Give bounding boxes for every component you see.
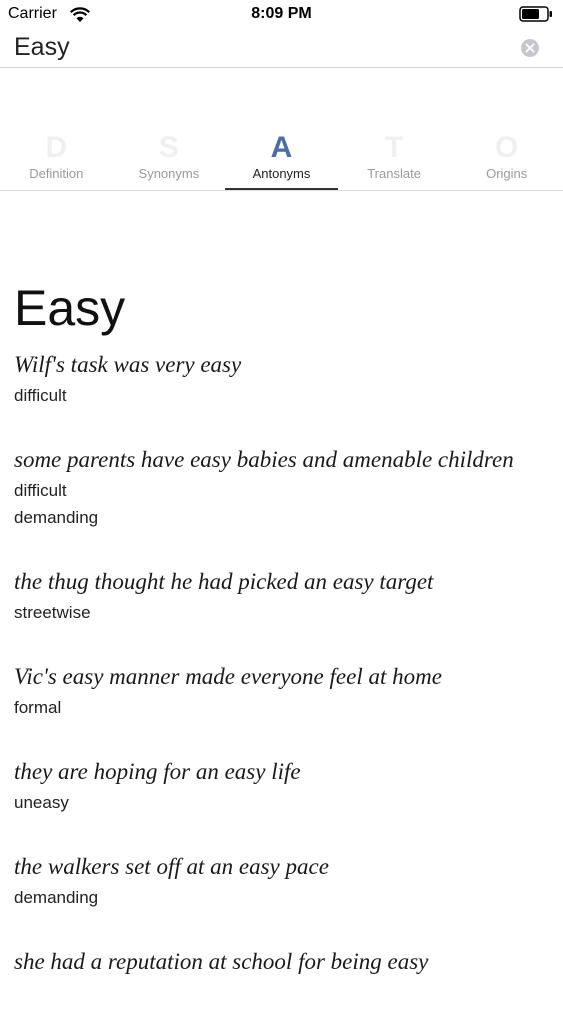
tab-antonyms[interactable]: A Antonyms: [225, 128, 338, 190]
section-tabs: D Definition S Synonyms A Antonyms T Tra…: [0, 128, 563, 191]
antonym-word[interactable]: difficult: [14, 477, 554, 504]
example-sentence: Vic's easy manner made everyone feel at …: [14, 664, 442, 689]
example-sentence: the walkers set off at an easy pace: [14, 854, 329, 879]
tab-letter: D: [45, 131, 68, 164]
clear-button[interactable]: [521, 39, 539, 57]
headword: Easy: [14, 280, 126, 336]
example-sentence: Wilf's task was very easy: [14, 352, 242, 377]
antonym-word[interactable]: streetwise: [14, 599, 554, 626]
example-sentence: some parents have easy babies and amenab…: [14, 447, 514, 472]
antonym-word[interactable]: demanding: [14, 884, 554, 911]
tab-label: Antonyms: [252, 166, 311, 181]
list-item: she had a reputation at school for being…: [14, 945, 554, 979]
antonyms-content: Easy Wilf's task was very easy difficult…: [14, 278, 554, 1013]
battery-icon: [519, 6, 552, 22]
antonym-word[interactable]: formal: [14, 694, 554, 721]
list-item: Vic's easy manner made everyone feel at …: [14, 660, 554, 721]
example-sentence: the thug thought he had picked an easy t…: [14, 569, 434, 594]
tab-translate[interactable]: T Translate: [338, 128, 451, 190]
tab-definition[interactable]: D Definition: [0, 128, 113, 190]
tab-letter: T: [384, 131, 404, 164]
example-sentence: she had a reputation at school for being…: [14, 949, 429, 974]
tab-label: Definition: [29, 166, 84, 181]
tab-letter: S: [158, 131, 179, 164]
tab-label: Origins: [486, 166, 528, 181]
list-item: they are hoping for an easy life uneasy: [14, 755, 554, 816]
list-item: some parents have easy babies and amenab…: [14, 443, 554, 531]
tab-letter: A: [270, 131, 293, 164]
tab-label: Translate: [367, 166, 421, 181]
clock-time: 8:09 PM: [251, 5, 312, 22]
antonym-word[interactable]: uneasy: [14, 789, 554, 816]
list-item: the thug thought he had picked an easy t…: [14, 565, 554, 626]
tab-synonyms[interactable]: S Synonyms: [113, 128, 226, 190]
tab-letter: O: [495, 131, 519, 164]
example-sentence: they are hoping for an easy life: [14, 759, 301, 784]
antonym-word[interactable]: demanding: [14, 504, 554, 531]
tab-origins[interactable]: O Origins: [450, 128, 563, 190]
tab-label: Synonyms: [138, 166, 200, 181]
search-bar: [0, 30, 563, 68]
antonym-word[interactable]: difficult: [14, 382, 554, 409]
search-input[interactable]: [12, 30, 496, 64]
clear-icon: [525, 43, 535, 53]
list-item: the walkers set off at an easy pace dema…: [14, 850, 554, 911]
status-bar: Carrier 8:09 PM: [0, 0, 563, 30]
list-item: Wilf's task was very easy difficult: [14, 348, 554, 409]
